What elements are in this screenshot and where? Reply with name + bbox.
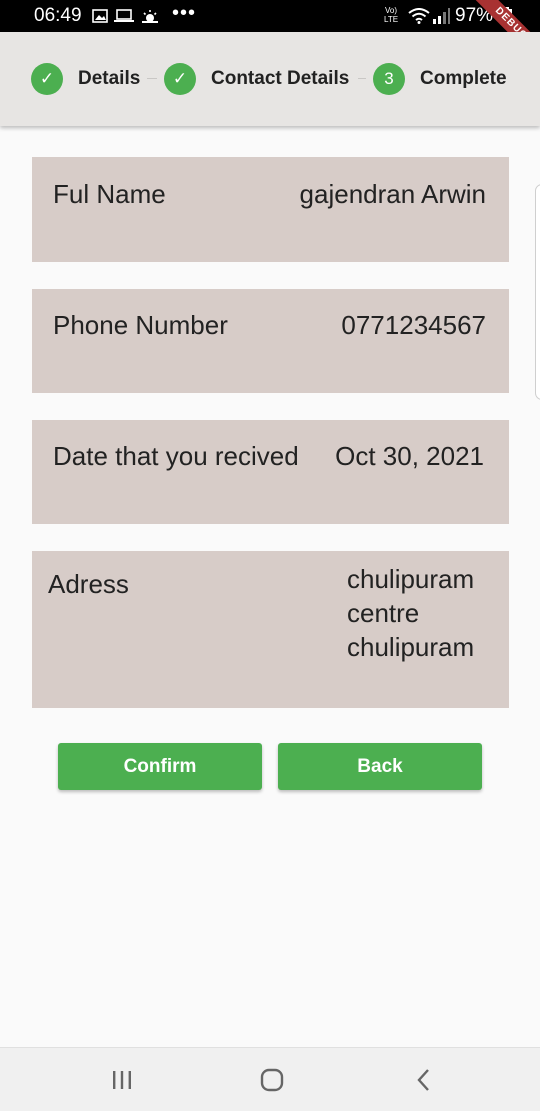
- laptop-icon: [114, 9, 134, 22]
- status-bar: 06:49 ••• Vo) LTE 97% DEBUG: [0, 0, 540, 69]
- phone-number-label: Phone Number: [53, 310, 228, 340]
- phone-number-card: Phone Number 0771234567: [32, 289, 509, 393]
- step-details-label: Details: [78, 68, 141, 89]
- date-received-card: Date that you recived Oct 30, 2021: [32, 420, 509, 524]
- step-contact-details[interactable]: ✓ Contact Details: [164, 62, 349, 96]
- stepper-header: ✓ Details ✓ Contact Details 3 Complete: [0, 32, 540, 126]
- image-icon: [92, 9, 108, 23]
- wifi-icon: [408, 8, 430, 24]
- volte-icon: Vo) LTE: [384, 6, 399, 24]
- step-number-badge: 3: [373, 63, 405, 95]
- scroll-indicator: [535, 184, 540, 400]
- check-icon: ✓: [31, 63, 63, 95]
- phone-number-value: 0771234567: [341, 310, 486, 340]
- step-complete[interactable]: 3 Complete: [373, 62, 507, 96]
- address-label: Adress: [48, 569, 129, 599]
- check-icon: ✓: [164, 63, 196, 95]
- nav-home-button[interactable]: [232, 1048, 312, 1111]
- date-received-label: Date that you recived: [53, 441, 299, 471]
- status-notification-icons: [92, 6, 160, 26]
- recents-icon: [113, 1070, 131, 1089]
- nav-recents-button[interactable]: [82, 1048, 162, 1111]
- home-icon: [260, 1068, 284, 1091]
- system-nav-bar: [0, 1047, 540, 1111]
- address-value: chulipuram centre chulipuram: [347, 564, 475, 662]
- step-connector: [147, 78, 157, 79]
- confirm-button[interactable]: Confirm: [58, 743, 262, 790]
- status-time: 06:49: [34, 5, 82, 26]
- weather-icon: [142, 10, 158, 23]
- step-contact-details-label: Contact Details: [211, 68, 350, 89]
- address-card: Adress chulipuram centre chulipuram: [32, 551, 509, 708]
- step-details[interactable]: ✓ Details: [31, 62, 140, 96]
- full-name-value: gajendran Arwin: [299, 179, 486, 209]
- full-name-card: Ful Name gajendran Arwin: [32, 157, 509, 262]
- step-complete-label: Complete: [420, 68, 507, 89]
- signal-icon: [433, 8, 450, 24]
- back-button[interactable]: Back: [278, 743, 482, 790]
- nav-back-button[interactable]: [384, 1048, 464, 1111]
- step-connector: [358, 78, 366, 79]
- more-notifications-icon: •••: [172, 2, 197, 24]
- back-icon: [417, 1068, 429, 1091]
- date-received-value: Oct 30, 2021: [335, 441, 484, 471]
- full-name-label: Ful Name: [53, 179, 166, 209]
